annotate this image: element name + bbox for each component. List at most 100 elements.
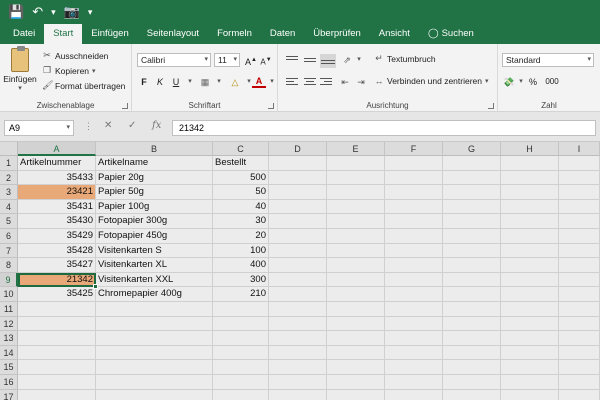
cell-d5[interactable] [269,214,327,229]
cell-f2[interactable] [385,170,443,186]
cell-e16[interactable] [327,375,385,390]
tab-datei[interactable]: Datei [4,24,44,44]
fill-handle[interactable] [93,284,98,290]
cancel-icon[interactable]: ✕ [104,120,112,131]
cell-i6[interactable] [559,229,600,244]
copy-button[interactable]: ❐ Kopieren ▾ [42,65,96,76]
cell-g16[interactable] [443,375,501,390]
row-header-2[interactable]: 2 [0,170,18,186]
cell-i1[interactable] [559,156,600,171]
cell-e4[interactable] [327,199,385,215]
column-header-d[interactable]: D [269,142,327,156]
column-header-e[interactable]: E [327,142,385,156]
cell-e17[interactable] [327,389,385,400]
camera-icon[interactable]: 📷 [64,0,80,24]
cell-i14[interactable] [559,345,600,361]
fill-color-icon[interactable]: △ [228,75,242,89]
cell-i16[interactable] [559,375,600,390]
cell-f9[interactable] [385,272,443,288]
cell-d14[interactable] [269,345,327,361]
cell-d2[interactable] [269,170,327,186]
increase-indent-icon[interactable]: ⇥ [354,75,368,89]
cell-h10[interactable] [501,287,559,302]
cell-h9[interactable] [501,272,559,288]
cell-a10[interactable]: 35425 [18,287,96,302]
cell-a1[interactable]: Artikelnummer [18,156,96,171]
row-header-5[interactable]: 5 [0,214,18,229]
cell-e15[interactable] [327,360,385,375]
percent-button[interactable]: % [526,75,540,89]
font-color-dropdown-icon[interactable]: ▾ [265,75,279,89]
column-header-f[interactable]: F [385,142,443,156]
format-painter-button[interactable]: 🖌 Format übertragen [42,80,125,91]
cell-e13[interactable] [327,331,385,346]
cell-b5[interactable]: Fotopapier 300g [96,214,213,229]
column-header-h[interactable]: H [501,142,559,156]
cell-h5[interactable] [501,214,559,229]
cell-g3[interactable] [443,185,501,200]
cell-g7[interactable] [443,243,501,259]
cell-b2[interactable]: Papier 20g [96,170,213,186]
row-header-3[interactable]: 3 [0,185,18,200]
wrap-text-button[interactable]: ↵ Textumbruch [374,53,435,64]
cell-f10[interactable] [385,287,443,302]
number-format-select[interactable]: Standard ▾ [502,53,594,67]
cell-b13[interactable] [96,331,213,346]
undo-icon[interactable]: ↶ [32,0,43,24]
cell-g13[interactable] [443,331,501,346]
cell-d8[interactable] [269,258,327,273]
cell-b11[interactable] [96,302,213,317]
cell-f13[interactable] [385,331,443,346]
cell-c1[interactable]: Bestellt [213,156,269,171]
cell-h11[interactable] [501,302,559,317]
cell-c12[interactable] [213,316,269,332]
cell-d15[interactable] [269,360,327,375]
row-header-4[interactable]: 4 [0,199,18,215]
cell-e9[interactable] [327,272,385,288]
cell-i15[interactable] [559,360,600,375]
cell-c16[interactable] [213,375,269,390]
align-right-icon[interactable] [320,78,332,88]
row-header-16[interactable]: 16 [0,375,18,390]
cell-a4[interactable]: 35431 [18,199,96,215]
cell-f3[interactable] [385,185,443,200]
cell-d17[interactable] [269,389,327,400]
merge-center-button[interactable]: ↔ Verbinden und zentrieren ▾ [374,76,489,86]
cell-e14[interactable] [327,345,385,361]
cell-e10[interactable] [327,287,385,302]
cell-e3[interactable] [327,185,385,200]
row-header-10[interactable]: 10 [0,287,18,302]
cell-d7[interactable] [269,243,327,259]
cell-e2[interactable] [327,170,385,186]
cell-a6[interactable]: 35429 [18,229,96,244]
cell-a9[interactable]: 21342 [18,272,96,288]
cut-button[interactable]: ✂ Ausschneiden [42,50,108,61]
cell-e5[interactable] [327,214,385,229]
cell-i5[interactable] [559,214,600,229]
column-header-c[interactable]: C [213,142,269,156]
cell-g8[interactable] [443,258,501,273]
underline-dropdown-icon[interactable]: ▾ [183,75,197,89]
cell-b3[interactable]: Papier 50g [96,185,213,200]
cell-f8[interactable] [385,258,443,273]
tab-ansicht[interactable]: Ansicht [370,24,419,44]
cell-d3[interactable] [269,185,327,200]
customize-toolbar-icon[interactable]: ▾ [88,7,93,18]
align-top-icon[interactable] [286,56,298,66]
cell-h13[interactable] [501,331,559,346]
column-header-b[interactable]: B [96,142,213,156]
cell-i9[interactable] [559,272,600,288]
cell-b10[interactable]: Chromepapier 400g [96,287,213,302]
cell-h6[interactable] [501,229,559,244]
cell-c7[interactable]: 100 [213,243,269,259]
cell-i13[interactable] [559,331,600,346]
column-header-i[interactable]: I [559,142,600,156]
cell-f17[interactable] [385,389,443,400]
tab-daten[interactable]: Daten [261,24,304,44]
cell-f5[interactable] [385,214,443,229]
cell-d1[interactable] [269,156,327,171]
cell-h4[interactable] [501,199,559,215]
decrease-indent-icon[interactable]: ⇤ [338,75,352,89]
cell-a15[interactable] [18,360,96,375]
cell-b15[interactable] [96,360,213,375]
